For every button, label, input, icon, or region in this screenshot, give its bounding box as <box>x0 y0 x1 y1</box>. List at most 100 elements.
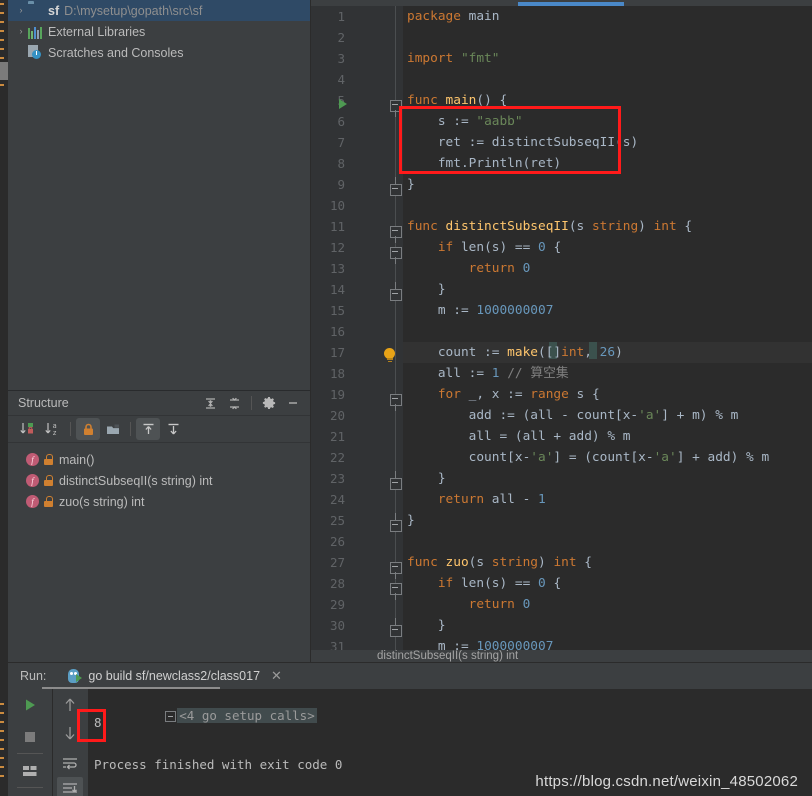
fold-marker-end[interactable] <box>390 513 402 532</box>
code-line[interactable]: return 0 <box>407 258 812 279</box>
function-icon: f <box>26 474 39 487</box>
edge-tick <box>0 712 4 714</box>
code-line[interactable]: package main <box>407 6 812 27</box>
fold-marker-expanded[interactable] <box>390 100 402 117</box>
scroll-down-icon[interactable] <box>57 721 83 745</box>
code-line[interactable]: fmt.Println(ret) <box>407 153 812 174</box>
console-folded-line[interactable]: <4 go setup calls> <box>90 693 317 738</box>
chevron-right-icon[interactable]: › <box>14 27 28 36</box>
code-line[interactable] <box>407 321 812 342</box>
fold-marker-expanded[interactable] <box>390 583 402 600</box>
run-actions-column <box>8 689 52 796</box>
code-editor[interactable]: 1 2 3 4 5 6 7 8 9 10 11 12 13 14 15 16 17 18 19 20 21 22 23 24 2… <box>311 0 812 650</box>
gear-icon[interactable] <box>258 393 280 413</box>
code-line[interactable]: all := 1 // 算空集 <box>407 363 812 384</box>
structure-item[interactable]: f distinctSubseqII(s string) int <box>8 470 310 491</box>
editor-scrollbar[interactable] <box>804 12 812 650</box>
code-line[interactable]: return all - 1 <box>407 489 812 510</box>
project-tree-item-scratches[interactable]: Scratches and Consoles <box>8 42 310 63</box>
project-tree-item-sf[interactable]: › sf D:\mysetup\gopath\src\sf <box>8 0 310 21</box>
edge-tick <box>0 12 4 14</box>
project-tree-item-external-libraries[interactable]: › External Libraries <box>8 21 310 42</box>
scratches-icon <box>28 44 44 61</box>
code-line[interactable]: import "fmt" <box>407 48 812 69</box>
hide-icon[interactable] <box>282 393 304 413</box>
left-tool-column: › sf D:\mysetup\gopath\src\sf › External… <box>8 0 310 663</box>
layout-icon[interactable] <box>17 759 43 783</box>
show-inherited-icon[interactable] <box>136 418 160 440</box>
code-line[interactable]: } <box>407 615 812 636</box>
code-line[interactable]: all = (all + add) % m <box>407 426 812 447</box>
soft-wrap-icon[interactable] <box>57 751 83 775</box>
editor-gutter[interactable]: 1 2 3 4 5 6 7 8 9 10 11 12 13 14 15 16 17 18 19 20 21 22 23 24 2… <box>311 6 403 650</box>
fold-marker-end[interactable] <box>390 618 402 637</box>
code-line[interactable]: } <box>407 279 812 300</box>
code-line[interactable] <box>407 531 812 552</box>
code-line[interactable]: if len(s) == 0 { <box>407 573 812 594</box>
chevron-right-icon[interactable]: › <box>14 6 28 15</box>
code-line[interactable]: ret := distinctSubseqII(s) <box>407 132 812 153</box>
code-line[interactable]: count := make([]int, 26) <box>407 342 812 363</box>
intention-bulb-icon[interactable] <box>383 348 396 362</box>
code-line[interactable]: func main() { <box>407 90 812 111</box>
line-number: 29 <box>329 597 345 612</box>
code-line[interactable]: count[x-'a'] = (count[x-'a'] + add) % m <box>407 447 812 468</box>
show-anonymous-icon[interactable] <box>161 418 185 440</box>
line-number: 22 <box>329 450 345 465</box>
fold-marker-expanded[interactable] <box>390 247 402 264</box>
edge-tick <box>0 775 4 777</box>
run-tab[interactable]: go build sf/newclass2/class017 ✕ <box>68 663 282 689</box>
expand-all-icon[interactable] <box>199 393 221 413</box>
edge-tick-marks <box>0 0 4 120</box>
code-line[interactable] <box>407 195 812 216</box>
show-non-public-icon[interactable] <box>76 418 100 440</box>
code-line[interactable]: func distinctSubseqII(s string) int { <box>407 216 812 237</box>
edge-tick <box>0 721 4 723</box>
code-line[interactable]: add := (all - count[x-'a'] + m) % m <box>407 405 812 426</box>
code-line[interactable]: func zuo(s string) int { <box>407 552 812 573</box>
code-line[interactable]: } <box>407 510 812 531</box>
fold-marker-end[interactable] <box>390 471 402 490</box>
structure-item[interactable]: f zuo(s string) int <box>8 491 310 512</box>
source-code[interactable]: package main import "fmt" func main() { … <box>407 6 812 650</box>
svg-text:z: z <box>53 429 57 437</box>
line-number: 4 <box>337 72 345 87</box>
line-number: 13 <box>329 261 345 276</box>
edge-scroll-thumb <box>0 62 8 80</box>
project-tree-panel: › sf D:\mysetup\gopath\src\sf › External… <box>8 0 310 390</box>
sort-alphabetically-icon[interactable]: az <box>41 418 65 440</box>
fold-marker-expanded[interactable] <box>390 394 402 411</box>
stop-icon[interactable] <box>17 725 43 749</box>
structure-item[interactable]: f main() <box>8 449 310 470</box>
collapse-all-icon[interactable] <box>223 393 245 413</box>
scroll-to-end-icon[interactable] <box>57 777 83 796</box>
show-fields-icon[interactable] <box>101 418 125 440</box>
lock-icon <box>44 475 53 486</box>
code-line[interactable]: } <box>407 468 812 489</box>
code-line[interactable]: m := 1000000007 <box>407 636 812 650</box>
fold-marker-expanded[interactable] <box>390 562 402 579</box>
code-line[interactable]: s := "aabb" <box>407 111 812 132</box>
code-line[interactable] <box>407 69 812 90</box>
run-gutter-icon[interactable] <box>339 99 347 109</box>
scroll-up-icon[interactable] <box>57 693 83 717</box>
adjacent-window-edge <box>0 0 8 796</box>
code-area[interactable]: 1 2 3 4 5 6 7 8 9 10 11 12 13 14 15 16 17 18 19 20 21 22 23 24 2… <box>311 6 812 650</box>
fold-marker-expanded[interactable] <box>390 226 402 243</box>
code-line[interactable]: for _, x := range s { <box>407 384 812 405</box>
code-line[interactable] <box>407 27 812 48</box>
structure-header: Structure <box>8 391 310 416</box>
edge-tick <box>0 3 4 5</box>
rerun-icon[interactable] <box>17 693 43 717</box>
code-line[interactable]: if len(s) == 0 { <box>407 237 812 258</box>
fold-marker-end[interactable] <box>390 177 402 196</box>
breadcrumb[interactable]: distinctSubseqII(s string) int <box>311 650 812 662</box>
edge-tick <box>0 21 4 23</box>
sort-by-visibility-icon[interactable] <box>16 418 40 440</box>
fold-expand-icon[interactable] <box>165 711 177 722</box>
close-icon[interactable]: ✕ <box>271 668 282 684</box>
fold-marker-end[interactable] <box>390 282 402 301</box>
code-line[interactable]: return 0 <box>407 594 812 615</box>
code-line[interactable]: } <box>407 174 812 195</box>
code-line[interactable]: m := 1000000007 <box>407 300 812 321</box>
